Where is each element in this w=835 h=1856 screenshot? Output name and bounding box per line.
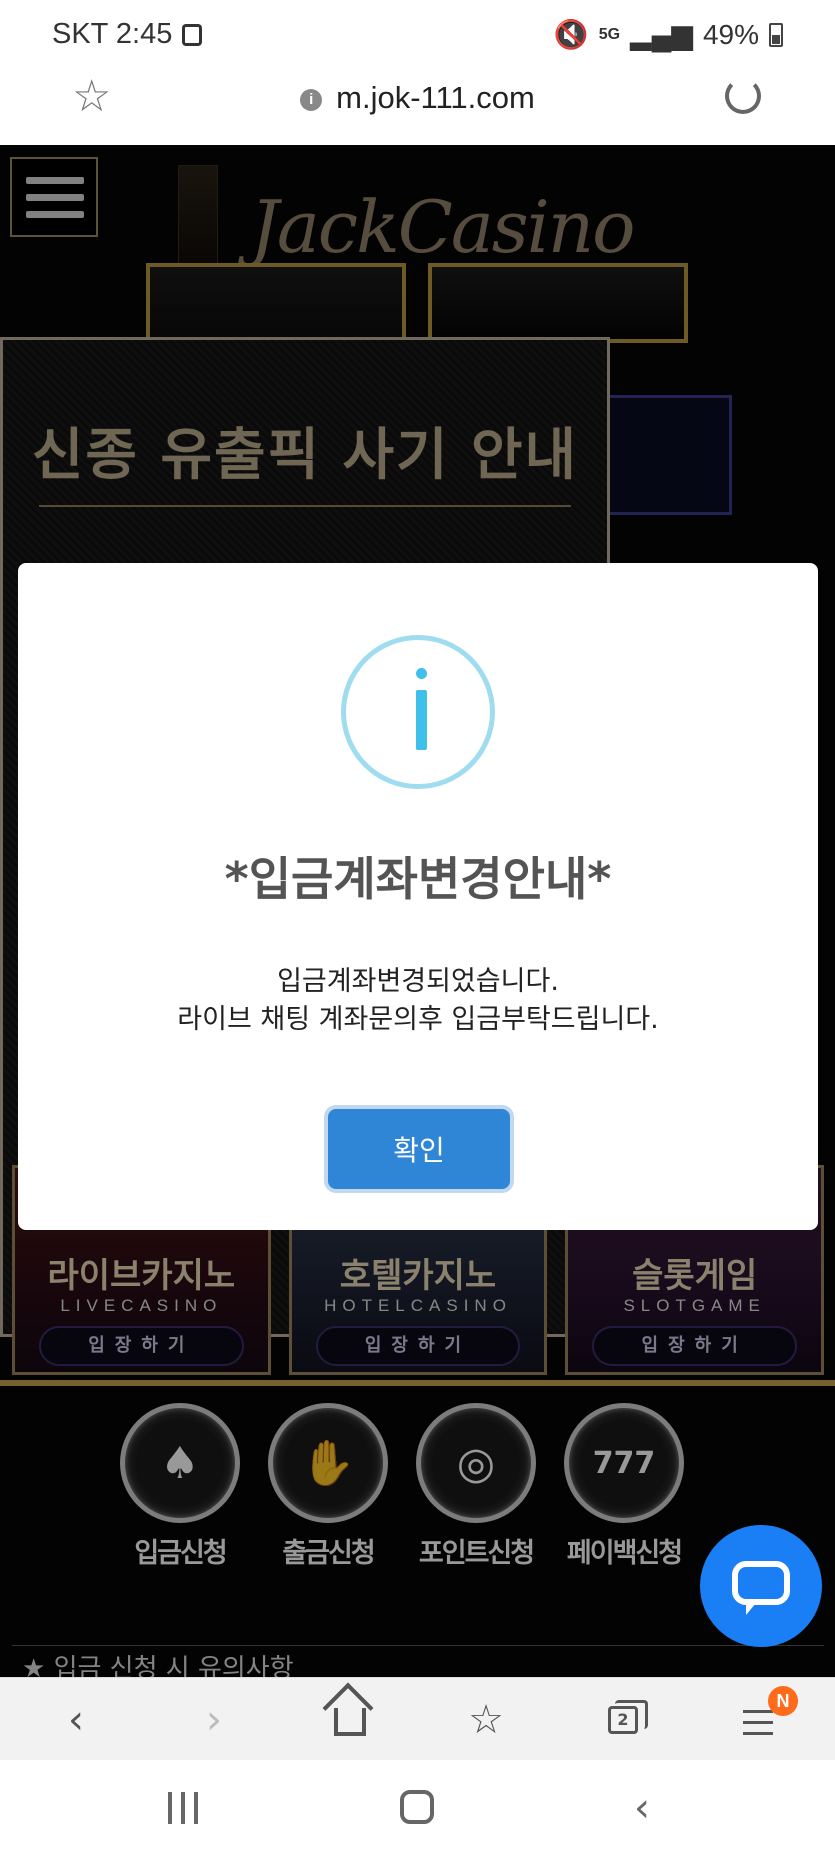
home-button[interactable] [320,1690,380,1750]
battery-percent: 49% [702,18,759,50]
star-icon: ☆ [468,1697,504,1743]
browser-toolbar: ‹ › ☆ 2 N [0,1677,835,1760]
chat-icon [732,1561,790,1615]
chevron-right-icon: › [206,1697,222,1743]
url-field[interactable]: i m.jok-111.com [0,80,835,116]
status-left: SKT 2:45 [52,18,203,51]
live-chat-button[interactable] [700,1525,822,1647]
reload-icon[interactable] [725,78,761,114]
battery-icon [769,22,783,47]
tabs-button[interactable]: 2 [592,1690,652,1750]
carrier-time: SKT 2:45 [52,18,173,50]
android-nav-bar: ‹ [0,1760,835,1856]
modal-body: 입금계좌변경되었습니다. 라이브 채팅 계좌문의후 입금부탁드립니다. [18,963,818,1039]
network-label: 5G [598,25,621,43]
home-icon [334,1708,366,1736]
notification-badge: N [768,1686,798,1716]
mute-icon: 🔇 [553,19,589,50]
back-button[interactable]: ‹ [46,1690,106,1750]
site-info-icon[interactable]: i [300,89,323,111]
chevron-left-icon: ‹ [68,1697,84,1743]
status-right: 🔇 5G ▂▄▆ 49% [554,18,783,51]
alert-modal: *입금계좌변경안내* 입금계좌변경되었습니다. 라이브 채팅 계좌문의후 입금부… [18,563,818,1230]
info-icon [341,635,495,789]
url-text: m.jok-111.com [336,80,535,115]
nav-home-button[interactable] [400,1790,434,1824]
browser-url-bar: ☆ i m.jok-111.com [0,70,835,145]
menu-icon [743,1710,773,1743]
confirm-button[interactable]: 확인 [328,1109,510,1189]
modal-body-line: 입금계좌변경되었습니다. [277,966,559,997]
screen-record-icon [182,23,203,46]
tabs-icon: 2 [608,1700,648,1734]
menu-button[interactable]: N [728,1686,798,1750]
bookmarks-button[interactable]: ☆ [456,1690,516,1750]
forward-button[interactable]: › [184,1690,244,1750]
recent-apps-button[interactable] [168,1792,198,1824]
nav-back-button[interactable]: ‹ [634,1788,650,1828]
status-bar: SKT 2:45 🔇 5G ▂▄▆ 49% [0,0,835,70]
signal-icon: ▂▄▆ [630,19,693,50]
modal-title: *입금계좌변경안내* [224,852,612,906]
modal-body-line: 라이브 채팅 계좌문의후 입금부탁드립니다. [177,1004,659,1035]
